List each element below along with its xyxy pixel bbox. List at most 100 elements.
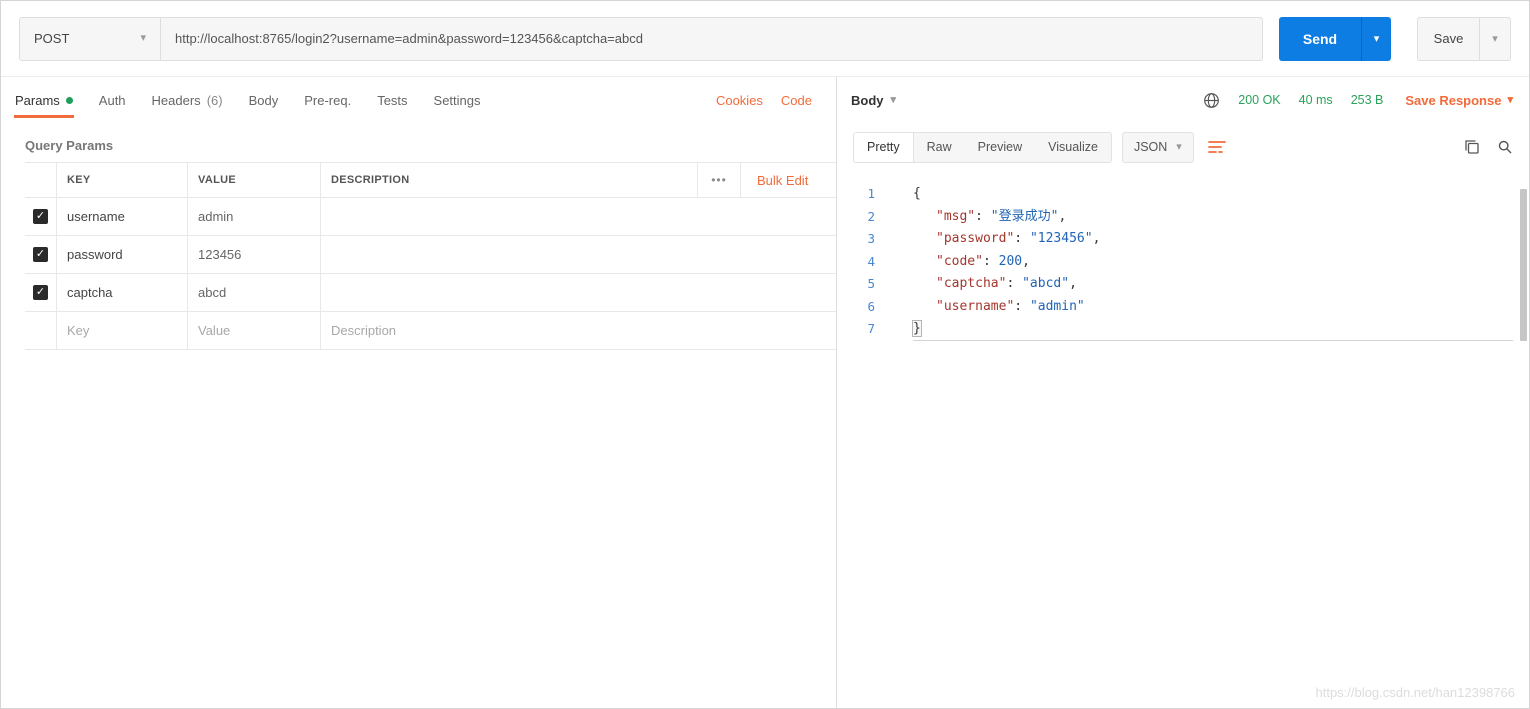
search-icon[interactable] bbox=[1497, 139, 1513, 155]
tab-headers[interactable]: Headers (6) bbox=[152, 77, 223, 123]
json-value: "登录成功" bbox=[990, 208, 1059, 224]
param-value-cell[interactable]: abcd bbox=[188, 274, 321, 311]
tab-tests[interactable]: Tests bbox=[377, 77, 407, 123]
param-key-cell[interactable]: captcha bbox=[57, 274, 188, 311]
param-checkbox-cell: ✓ bbox=[25, 198, 57, 235]
bulk-edit-button[interactable]: Bulk Edit bbox=[741, 163, 836, 197]
code-line: 5 "captcha": "abcd", bbox=[837, 273, 1529, 296]
json-separator: : bbox=[1014, 231, 1030, 246]
save-options-caret[interactable]: ▾ bbox=[1479, 16, 1511, 61]
tab-preview[interactable]: Preview bbox=[965, 133, 1035, 162]
request-links: Cookies Code bbox=[716, 93, 822, 108]
check-icon: ✓ bbox=[35, 286, 46, 298]
more-options-button[interactable]: ••• bbox=[698, 163, 741, 197]
json-separator: : bbox=[1014, 298, 1030, 314]
save-button-group: Save ▾ bbox=[1417, 16, 1511, 61]
line-number: 5 bbox=[867, 276, 875, 291]
response-panel: Body ▾ 200 OK 40 ms 253 B Save Response … bbox=[837, 77, 1529, 708]
param-key-cell[interactable]: username bbox=[57, 198, 188, 235]
params-indicator-dot bbox=[65, 96, 73, 104]
chevron-down-icon: ▾ bbox=[1373, 33, 1380, 45]
tab-auth[interactable]: Auth bbox=[99, 77, 126, 123]
param-checkbox-checked[interactable]: ✓ bbox=[33, 247, 48, 262]
tab-pretty[interactable]: Pretty bbox=[854, 132, 914, 162]
json-comma: , bbox=[1069, 276, 1077, 291]
param-checkbox-cell: ✓ bbox=[25, 274, 57, 311]
response-body-dropdown[interactable]: Body ▾ bbox=[851, 93, 896, 108]
new-param-key-input[interactable]: Key bbox=[57, 312, 188, 349]
param-value-cell[interactable]: admin bbox=[188, 198, 321, 235]
postman-app: POST ▾ Send ▾ Save ▾ Params Auth bbox=[0, 0, 1530, 709]
tab-raw[interactable]: Raw bbox=[914, 133, 965, 162]
url-input[interactable] bbox=[161, 16, 1263, 61]
copy-icon[interactable] bbox=[1464, 139, 1480, 155]
format-dropdown-label: JSON bbox=[1133, 140, 1168, 154]
response-stats: 200 OK 40 ms 253 B Save Response ▾ bbox=[1203, 92, 1513, 109]
param-row: ✓ username admin bbox=[25, 198, 836, 236]
check-icon: ✓ bbox=[35, 248, 46, 260]
save-button[interactable]: Save bbox=[1417, 16, 1479, 61]
tab-body[interactable]: Body bbox=[249, 77, 279, 123]
json-separator: : bbox=[975, 208, 991, 224]
json-value: "admin" bbox=[1029, 298, 1085, 314]
save-response-label: Save Response bbox=[1405, 92, 1502, 108]
line-number: 1 bbox=[867, 186, 875, 201]
chevron-down-icon: ▾ bbox=[1507, 93, 1513, 106]
tab-settings-label: Settings bbox=[433, 92, 481, 108]
send-options-caret[interactable]: ▾ bbox=[1361, 16, 1391, 61]
json-value: "abcd" bbox=[1022, 276, 1070, 291]
new-param-value-input[interactable]: Value bbox=[188, 312, 321, 349]
method-select[interactable]: POST ▾ bbox=[19, 16, 161, 61]
request-tab-bar: Params Auth Headers (6) Body Pre-req. Te… bbox=[1, 77, 836, 123]
json-key: "username" bbox=[936, 298, 1015, 314]
send-button-group: Send ▾ bbox=[1279, 16, 1391, 61]
query-params-table: KEY VALUE DESCRIPTION ••• Bulk Edit ✓ us… bbox=[25, 162, 836, 350]
code-line: 4 "code": 200, bbox=[837, 251, 1529, 274]
vertical-scrollbar[interactable] bbox=[1520, 189, 1527, 341]
param-value-cell[interactable]: 123456 bbox=[188, 236, 321, 273]
param-checkbox-checked[interactable]: ✓ bbox=[33, 209, 48, 224]
param-description-cell[interactable] bbox=[321, 236, 836, 273]
new-param-description-input[interactable]: Description bbox=[321, 312, 836, 349]
line-number: 2 bbox=[867, 208, 875, 224]
param-key-cell[interactable]: password bbox=[57, 236, 188, 273]
response-time: 40 ms bbox=[1298, 93, 1333, 107]
response-meta-bar: Body ▾ 200 OK 40 ms 253 B Save Response … bbox=[837, 77, 1529, 123]
line-number: 6 bbox=[867, 298, 875, 314]
json-comma: , bbox=[1058, 208, 1067, 224]
response-body-dropdown-label: Body bbox=[851, 92, 884, 108]
json-open-brace: { bbox=[913, 186, 921, 201]
query-params-header-row: KEY VALUE DESCRIPTION ••• Bulk Edit bbox=[25, 163, 836, 198]
tab-pre-request[interactable]: Pre-req. bbox=[304, 77, 351, 123]
json-comma: , bbox=[1022, 253, 1030, 269]
param-checkbox-checked[interactable]: ✓ bbox=[33, 285, 48, 300]
code-line: 2 "msg": "登录成功", bbox=[837, 206, 1529, 229]
code-line: 7 } bbox=[837, 318, 1529, 341]
param-description-cell[interactable] bbox=[321, 274, 836, 311]
json-key: "code" bbox=[936, 253, 983, 269]
tab-settings[interactable]: Settings bbox=[434, 77, 481, 123]
value-column-header: VALUE bbox=[188, 163, 321, 197]
tab-pre-request-label: Pre-req. bbox=[304, 92, 352, 108]
wrap-lines-icon[interactable] bbox=[1207, 140, 1226, 154]
request-panel: Params Auth Headers (6) Body Pre-req. Te… bbox=[1, 77, 837, 708]
tab-params[interactable]: Params bbox=[14, 77, 74, 123]
cookies-link[interactable]: Cookies bbox=[716, 93, 763, 108]
json-comma: , bbox=[1092, 231, 1101, 246]
code-link[interactable]: Code bbox=[781, 93, 812, 108]
param-description-cell[interactable] bbox=[321, 198, 836, 235]
tab-params-label: Params bbox=[15, 92, 60, 108]
code-line: 6 "username": "admin" bbox=[837, 296, 1529, 319]
network-globe-icon[interactable] bbox=[1203, 92, 1220, 109]
check-icon: ✓ bbox=[35, 210, 46, 222]
send-button[interactable]: Send bbox=[1279, 16, 1361, 61]
tab-visualize[interactable]: Visualize bbox=[1035, 133, 1111, 162]
chevron-down-icon: ▾ bbox=[140, 32, 146, 44]
tab-headers-label: Headers bbox=[151, 92, 201, 108]
line-number: 3 bbox=[867, 231, 875, 246]
format-dropdown[interactable]: JSON ▾ bbox=[1121, 131, 1194, 163]
response-size: 253 B bbox=[1350, 93, 1384, 107]
json-separator: : bbox=[1006, 276, 1023, 291]
json-key: "captcha" bbox=[936, 276, 1007, 291]
save-response-button[interactable]: Save Response ▾ bbox=[1405, 93, 1513, 108]
